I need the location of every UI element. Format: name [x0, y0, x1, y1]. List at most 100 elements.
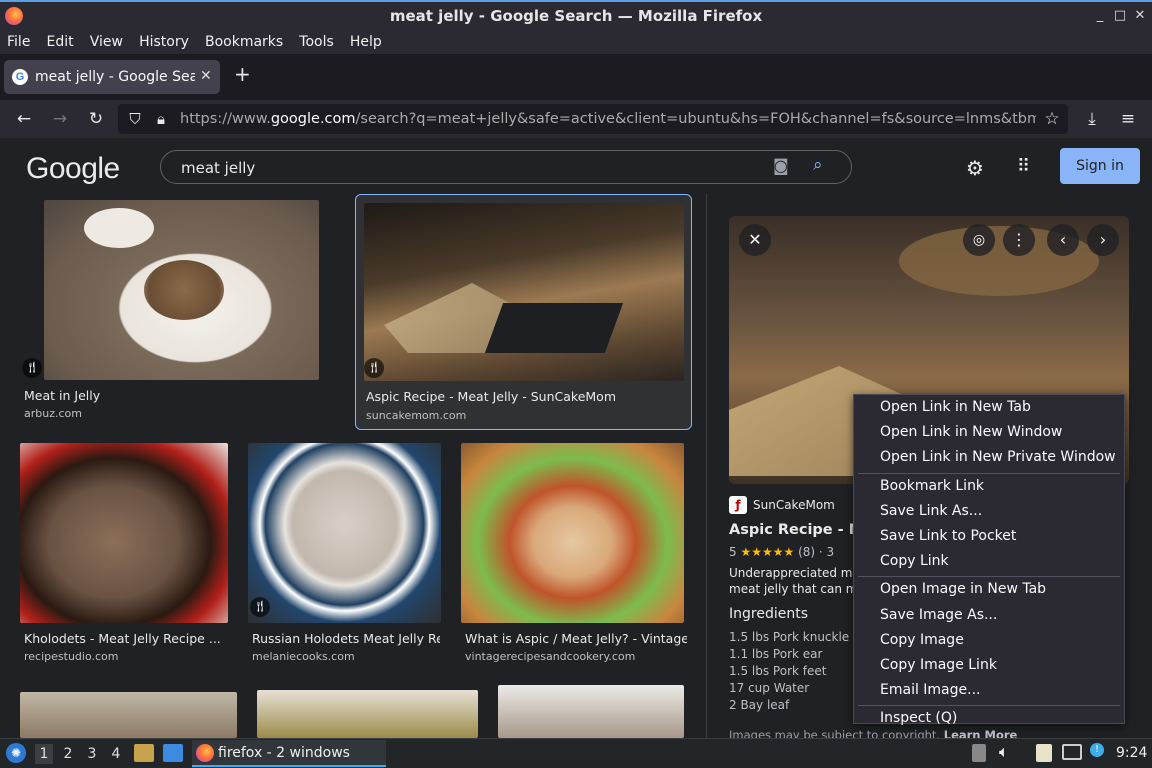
menu-edit[interactable]: Edit [47, 30, 74, 54]
workspace-3[interactable]: 3 [83, 744, 101, 764]
menu-help[interactable]: Help [350, 30, 382, 54]
context-menu-item-save-link-as[interactable]: Save Link As... [854, 499, 1124, 523]
notifications-icon[interactable]: ! [1090, 743, 1104, 757]
menu-history[interactable]: History [139, 30, 189, 54]
ingredient-item: 1.1 lbs Pork ear [729, 647, 823, 661]
result-caption[interactable]: Aspic Recipe - Meat Jelly - SunCakeMom [366, 389, 686, 404]
result-image-partial[interactable] [498, 685, 684, 738]
url-text[interactable]: https://www.google.com/search?q=meat+jel… [180, 104, 1036, 134]
settings-gear-icon[interactable]: ⚙ [966, 156, 984, 180]
back-arrow-icon[interactable]: ← [13, 108, 35, 130]
sign-in-button[interactable]: Sign in [1060, 148, 1140, 184]
menu-tools[interactable]: Tools [299, 30, 334, 54]
preview-rating: 5 ★★★★★ (8) · 3 [729, 545, 834, 559]
context-menu-item-inspect-q[interactable]: Inspect (Q) [854, 706, 1124, 730]
context-menu-item-copy-image-link[interactable]: Copy Image Link [854, 653, 1124, 677]
context-menu-item-copy-image[interactable]: Copy Image [854, 628, 1124, 652]
context-menu-item-open-link-in-new-window[interactable]: Open Link in New Window [854, 420, 1124, 444]
volume-icon[interactable]: 🔈︎ [999, 742, 1009, 762]
result-card-5[interactable]: What is Aspic / Meat Jelly? - Vintage ..… [461, 443, 691, 673]
lock-icon[interactable]: 🔒︎ [150, 108, 172, 130]
result-image[interactable] [364, 203, 684, 381]
result-caption[interactable]: Meat in Jelly [24, 388, 324, 403]
result-source[interactable]: melaniecooks.com [252, 650, 355, 663]
taskbar-firefox-button[interactable]: firefox - 2 windows [192, 740, 386, 767]
tab-google-search[interactable]: G meat jelly - Google Search ✕ [4, 60, 220, 94]
result-image-partial[interactable] [257, 690, 478, 738]
window-titlebar: meat jelly - Google Search — Mozilla Fir… [0, 0, 1152, 30]
context-menu-item-save-image-as[interactable]: Save Image As... [854, 603, 1124, 627]
rating-stars-icon: ★★★★★ [740, 545, 795, 559]
search-icon[interactable]: ⌕ [813, 155, 823, 175]
result-caption[interactable]: Kholodets - Meat Jelly Recipe ... [24, 631, 224, 646]
network-icon[interactable] [1062, 744, 1082, 760]
start-menu-icon[interactable]: ✺ [6, 743, 26, 763]
close-window-button[interactable]: ✕ [1130, 6, 1150, 26]
workspace-4[interactable]: 4 [107, 744, 125, 764]
preview-site-name[interactable]: SunCakeMom [753, 498, 835, 512]
context-menu-item-email-image[interactable]: Email Image... [854, 678, 1124, 702]
clipboard-icon[interactable] [1036, 744, 1052, 762]
taskbar-app-label: firefox - 2 windows [218, 745, 350, 761]
battery-icon[interactable] [972, 744, 986, 762]
rating-extra: · 3 [818, 545, 835, 559]
camera-icon[interactable]: ◙ [773, 156, 789, 175]
result-source[interactable]: suncakemom.com [366, 409, 466, 422]
result-card-3[interactable]: Kholodets - Meat Jelly Recipe ... recipe… [20, 443, 230, 673]
result-card-1[interactable]: 🍴︎ Meat in Jelly arbuz.com [20, 200, 330, 430]
downloads-icon[interactable]: ⤓ [1081, 108, 1103, 130]
result-image-partial[interactable] [20, 692, 237, 738]
context-menu-item-copy-link[interactable]: Copy Link [854, 549, 1124, 573]
google-favicon-icon: G [12, 69, 28, 85]
file-manager-icon[interactable] [134, 744, 154, 762]
result-card-4[interactable]: 🍴︎ Russian Holodets Meat Jelly Re... mel… [248, 443, 444, 673]
result-source[interactable]: vintagerecipesandcookery.com [465, 650, 635, 663]
workspace-2[interactable]: 2 [59, 744, 77, 764]
workspace-1[interactable]: 1 [35, 744, 53, 764]
desktop-icon[interactable] [163, 744, 183, 762]
context-menu-item-save-link-to-pocket[interactable]: Save Link to Pocket [854, 524, 1124, 548]
next-arrow-icon[interactable]: › [1087, 224, 1119, 256]
result-image[interactable] [461, 443, 684, 623]
reload-icon[interactable]: ↻ [85, 108, 107, 130]
app-menu-icon[interactable]: ≡ [1117, 108, 1139, 130]
new-tab-button[interactable]: + [234, 62, 251, 86]
result-caption[interactable]: Russian Holodets Meat Jelly Re... [252, 631, 440, 646]
search-box[interactable]: ◙ ⌕ [160, 150, 852, 184]
result-caption[interactable]: What is Aspic / Meat Jelly? - Vintage ..… [465, 631, 687, 646]
firefox-taskbar-icon [196, 744, 214, 762]
menu-view[interactable]: View [90, 30, 123, 54]
forward-arrow-icon[interactable]: → [49, 108, 71, 130]
menu-bookmarks[interactable]: Bookmarks [205, 30, 283, 54]
menu-file[interactable]: File [7, 30, 30, 54]
result-source[interactable]: arbuz.com [24, 407, 82, 420]
url-bar[interactable]: ⛉ 🔒︎ https://www.google.com/search?q=mea… [118, 104, 1068, 134]
previous-arrow-icon[interactable]: ‹ [1047, 224, 1079, 256]
shield-icon[interactable]: ⛉ [124, 108, 146, 130]
search-input[interactable] [181, 157, 741, 179]
more-options-icon[interactable]: ⋮ [1003, 224, 1035, 256]
maximize-button[interactable]: □ [1110, 6, 1130, 26]
preview-title[interactable]: Aspic Recipe - Meat Jelly - SunCakeMom [729, 522, 869, 538]
result-source[interactable]: recipestudio.com [24, 650, 118, 663]
minimize-button[interactable]: _ [1090, 6, 1110, 26]
google-logo[interactable]: Google [26, 152, 120, 186]
context-menu-item-open-link-in-new-tab[interactable]: Open Link in New Tab [854, 395, 1124, 419]
apps-grid-icon[interactable]: ⠿ [1017, 156, 1030, 177]
result-image[interactable] [248, 443, 441, 623]
close-preview-icon[interactable]: ✕ [739, 224, 771, 256]
ingredients-heading: Ingredients [729, 606, 808, 622]
result-image[interactable] [20, 443, 228, 623]
lens-search-icon[interactable]: ◎ [963, 224, 995, 256]
context-menu-item-open-link-in-new-private-window[interactable]: Open Link in New Private Window [854, 445, 1124, 469]
recipe-fork-icon: 🍴︎ [250, 597, 270, 617]
context-menu-item-open-image-in-new-tab[interactable]: Open Image in New Tab [854, 577, 1124, 601]
result-image[interactable] [44, 200, 319, 380]
bookmark-star-icon[interactable]: ☆ [1041, 108, 1063, 130]
aspic-dish-shape [144, 260, 224, 320]
menu-bar: File Edit View History Bookmarks Tools H… [0, 30, 1152, 54]
context-menu-item-bookmark-link[interactable]: Bookmark Link [854, 474, 1124, 498]
result-card-2-selected[interactable]: 🍴︎ Aspic Recipe - Meat Jelly - SunCakeMo… [355, 194, 692, 430]
tab-close-icon[interactable]: ✕ [200, 68, 212, 84]
taskbar: ✺ 1 2 3 4 firefox - 2 windows 🔈︎ ! 9:24 [0, 738, 1152, 768]
